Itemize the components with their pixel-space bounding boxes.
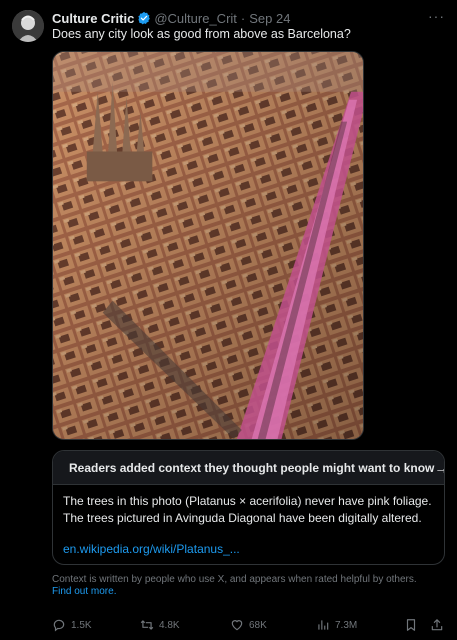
heart-icon — [231, 620, 243, 631]
share-icon — [431, 619, 443, 631]
separator-dot: · — [240, 10, 246, 26]
community-note-body: The trees in this photo (Platanus × acer… — [63, 494, 432, 525]
find-out-more-link[interactable]: Find out more. — [52, 586, 116, 597]
reply-button[interactable]: 1.5K — [52, 618, 92, 632]
repost-icon — [140, 620, 154, 630]
tweet-date[interactable]: Sep 24 — [249, 11, 290, 26]
tweet-header: Culture Critic @Culture_Crit · Sep 24 — [52, 10, 290, 26]
avatar[interactable] — [12, 10, 44, 42]
community-note-link[interactable]: en.wikipedia.org/wiki/Platanus_... — [63, 541, 434, 558]
arrow-right-icon[interactable]: → — [434, 460, 444, 476]
barcelona-aerial-image — [53, 52, 363, 439]
disclaimer-text: Context is written by people who use X, … — [52, 574, 417, 585]
bookmark-button[interactable] — [404, 618, 418, 632]
tweet[interactable]: Culture Critic @Culture_Crit · Sep 24 ··… — [0, 0, 457, 640]
like-button[interactable]: 68K — [230, 618, 267, 632]
community-note[interactable]: Readers added context they thought peopl… — [52, 450, 445, 565]
share-button[interactable] — [430, 618, 444, 632]
tweet-photo[interactable] — [52, 51, 364, 440]
community-note-title: Readers added context they thought peopl… — [69, 460, 435, 475]
reply-icon — [53, 619, 65, 632]
bust-icon — [12, 10, 44, 42]
views-button[interactable]: 7.3M — [316, 618, 357, 632]
author-handle[interactable]: @Culture_Crit — [154, 11, 237, 26]
repost-button[interactable]: 4.8K — [140, 618, 180, 632]
community-note-header[interactable]: Readers added context they thought peopl… — [53, 451, 444, 485]
bookmark-icon — [406, 619, 416, 631]
more-options-icon[interactable]: ··· — [428, 8, 445, 24]
views-count: 7.3M — [335, 619, 358, 631]
reply-count: 1.5K — [71, 619, 92, 631]
like-count: 68K — [249, 619, 267, 631]
community-note-disclaimer: Context is written by people who use X, … — [52, 574, 442, 598]
verified-badge-icon[interactable] — [137, 11, 151, 25]
tweet-text: Does any city look as good from above as… — [52, 27, 351, 41]
action-bar: 1.5K 4.8K 68K 7.3M — [52, 616, 447, 634]
author-name[interactable]: Culture Critic — [52, 11, 134, 26]
repost-count: 4.8K — [159, 619, 180, 631]
views-chart-icon — [318, 620, 329, 630]
